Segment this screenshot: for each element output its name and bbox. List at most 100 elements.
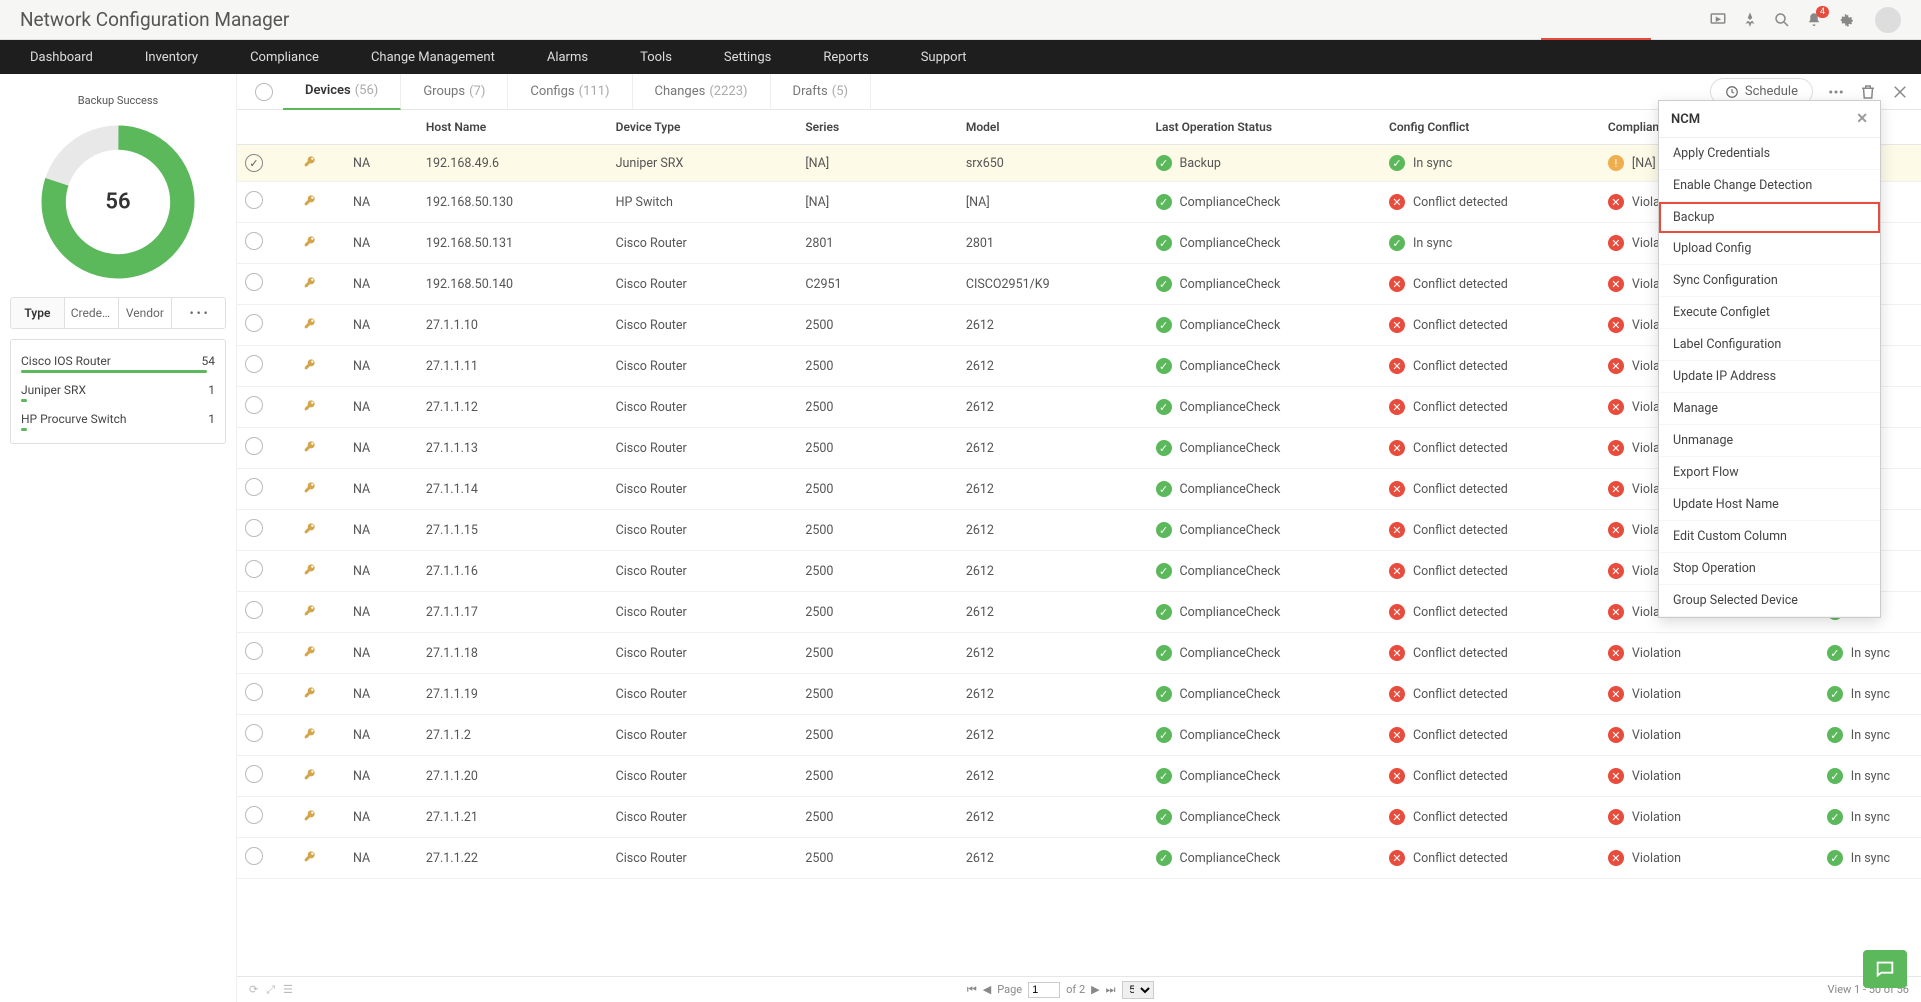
nav-item-reports[interactable]: Reports [797, 40, 894, 74]
context-menu-item-label-configuration[interactable]: Label Configuration [1659, 329, 1880, 361]
context-menu-item-stop-operation[interactable]: Stop Operation [1659, 553, 1880, 585]
credentials-icon[interactable] [303, 398, 317, 412]
tab-changes[interactable]: Changes (2223) [633, 74, 771, 110]
page-input[interactable] [1028, 982, 1060, 998]
page-last-icon[interactable]: ⏭ [1106, 983, 1116, 997]
row-checkbox[interactable] [245, 232, 263, 250]
row-checkbox[interactable] [245, 437, 263, 455]
credentials-icon[interactable] [303, 193, 317, 207]
row-checkbox[interactable] [245, 314, 263, 332]
context-menu-item-update-ip-address[interactable]: Update IP Address [1659, 361, 1880, 393]
table-row[interactable]: NA 27.1.1.22 Cisco Router 2500 2612 ✓Com… [237, 838, 1921, 879]
context-menu-item-execute-configlet[interactable]: Execute Configlet [1659, 297, 1880, 329]
context-menu-item-edit-custom-column[interactable]: Edit Custom Column [1659, 521, 1880, 553]
column-header[interactable] [237, 110, 295, 145]
tab-groups[interactable]: Groups (7) [401, 74, 508, 110]
table-row[interactable]: NA 27.1.1.2 Cisco Router 2500 2612 ✓Comp… [237, 715, 1921, 756]
row-checkbox[interactable] [245, 601, 263, 619]
credentials-icon[interactable] [303, 521, 317, 535]
credentials-icon[interactable] [303, 316, 317, 330]
user-avatar[interactable] [1875, 7, 1901, 33]
row-checkbox[interactable] [245, 560, 263, 578]
nav-item-change-management[interactable]: Change Management [345, 40, 521, 74]
column-header[interactable] [345, 110, 418, 145]
credentials-icon[interactable] [303, 357, 317, 371]
row-checkbox[interactable] [245, 683, 263, 701]
credentials-icon[interactable] [303, 603, 317, 617]
context-menu-item-export-flow[interactable]: Export Flow [1659, 457, 1880, 489]
sidebar-tab-2[interactable]: Vendor [119, 298, 173, 328]
tab-configs[interactable]: Configs (111) [508, 74, 632, 110]
column-header[interactable]: Series [797, 110, 958, 145]
row-checkbox[interactable] [245, 355, 263, 373]
more-icon[interactable] [1827, 83, 1845, 101]
credentials-icon[interactable] [303, 439, 317, 453]
context-menu-item-apply-credentials[interactable]: Apply Credentials [1659, 138, 1880, 170]
row-checkbox[interactable] [245, 847, 263, 865]
table-row[interactable]: NA 27.1.1.19 Cisco Router 2500 2612 ✓Com… [237, 674, 1921, 715]
context-menu-item-sync-configuration[interactable]: Sync Configuration [1659, 265, 1880, 297]
search-icon[interactable] [1773, 11, 1791, 29]
column-header[interactable]: Model [958, 110, 1148, 145]
nav-item-tools[interactable]: Tools [614, 40, 698, 74]
column-header[interactable]: Host Name [418, 110, 608, 145]
row-checkbox[interactable] [245, 724, 263, 742]
context-menu-item-manage[interactable]: Manage [1659, 393, 1880, 425]
sidebar-tab-3[interactable]: • • • [172, 298, 225, 328]
row-checkbox[interactable] [245, 478, 263, 496]
row-checkbox[interactable] [245, 642, 263, 660]
credentials-icon[interactable] [303, 685, 317, 699]
collapse-icon[interactable]: ☰ [283, 983, 293, 997]
tab-devices[interactable]: Devices (56) [283, 74, 401, 110]
expand-icon[interactable]: ⤢ [266, 983, 275, 997]
device-type-row[interactable]: Cisco IOS Router54 [21, 348, 215, 370]
rocket-icon[interactable] [1741, 11, 1759, 29]
sidebar-tab-0[interactable]: Type [11, 298, 65, 328]
column-header[interactable]: Last Operation Status [1148, 110, 1381, 145]
nav-item-alarms[interactable]: Alarms [521, 40, 614, 74]
credentials-icon[interactable] [303, 808, 317, 822]
context-menu-item-update-host-name[interactable]: Update Host Name [1659, 489, 1880, 521]
page-next-icon[interactable]: ▶ [1091, 983, 1099, 996]
sidebar-tab-1[interactable]: Credent... [65, 298, 119, 328]
column-header[interactable]: Device Type [608, 110, 798, 145]
context-menu-item-unmanage[interactable]: Unmanage [1659, 425, 1880, 457]
bell-icon[interactable]: 4 [1805, 11, 1823, 29]
context-menu-item-upload-config[interactable]: Upload Config [1659, 233, 1880, 265]
row-checkbox[interactable] [245, 765, 263, 783]
credentials-icon[interactable] [303, 726, 317, 740]
row-checkbox[interactable] [245, 519, 263, 537]
select-all-checkbox[interactable] [255, 83, 273, 101]
table-row[interactable]: NA 27.1.1.20 Cisco Router 2500 2612 ✓Com… [237, 756, 1921, 797]
credentials-icon[interactable] [303, 275, 317, 289]
credentials-icon[interactable] [303, 480, 317, 494]
nav-item-dashboard[interactable]: Dashboard [20, 40, 119, 74]
device-type-row[interactable]: HP Procurve Switch1 [21, 406, 215, 428]
page-prev-icon[interactable]: ◀ [983, 983, 991, 996]
gear-icon[interactable] [1837, 11, 1855, 29]
page-size-select[interactable]: 50 [1122, 981, 1154, 999]
credentials-icon[interactable] [303, 234, 317, 248]
row-checkbox[interactable] [245, 806, 263, 824]
credentials-icon[interactable] [303, 644, 317, 658]
page-first-icon[interactable]: ⏮ [967, 983, 977, 997]
context-menu-item-enable-change-detection[interactable]: Enable Change Detection [1659, 170, 1880, 202]
nav-item-compliance[interactable]: Compliance [224, 40, 345, 74]
context-menu-item-backup[interactable]: Backup [1659, 202, 1880, 233]
context-menu-close[interactable]: ✕ [1856, 111, 1868, 127]
chat-fab[interactable] [1863, 950, 1907, 988]
refresh-icon[interactable]: ⟳ [249, 983, 258, 997]
credentials-icon[interactable] [303, 562, 317, 576]
row-checkbox[interactable] [245, 154, 263, 172]
row-checkbox[interactable] [245, 273, 263, 291]
nav-item-inventory[interactable]: Inventory [119, 40, 224, 74]
column-header[interactable]: Config Conflict [1381, 110, 1600, 145]
row-checkbox[interactable] [245, 396, 263, 414]
trash-icon[interactable] [1859, 83, 1877, 101]
credentials-icon[interactable] [303, 154, 317, 168]
device-type-row[interactable]: Juniper SRX1 [21, 377, 215, 399]
context-menu-item-group-selected-device[interactable]: Group Selected Device [1659, 585, 1880, 617]
table-row[interactable]: NA 27.1.1.21 Cisco Router 2500 2612 ✓Com… [237, 797, 1921, 838]
presentation-icon[interactable] [1709, 11, 1727, 29]
close-icon[interactable] [1891, 83, 1909, 101]
